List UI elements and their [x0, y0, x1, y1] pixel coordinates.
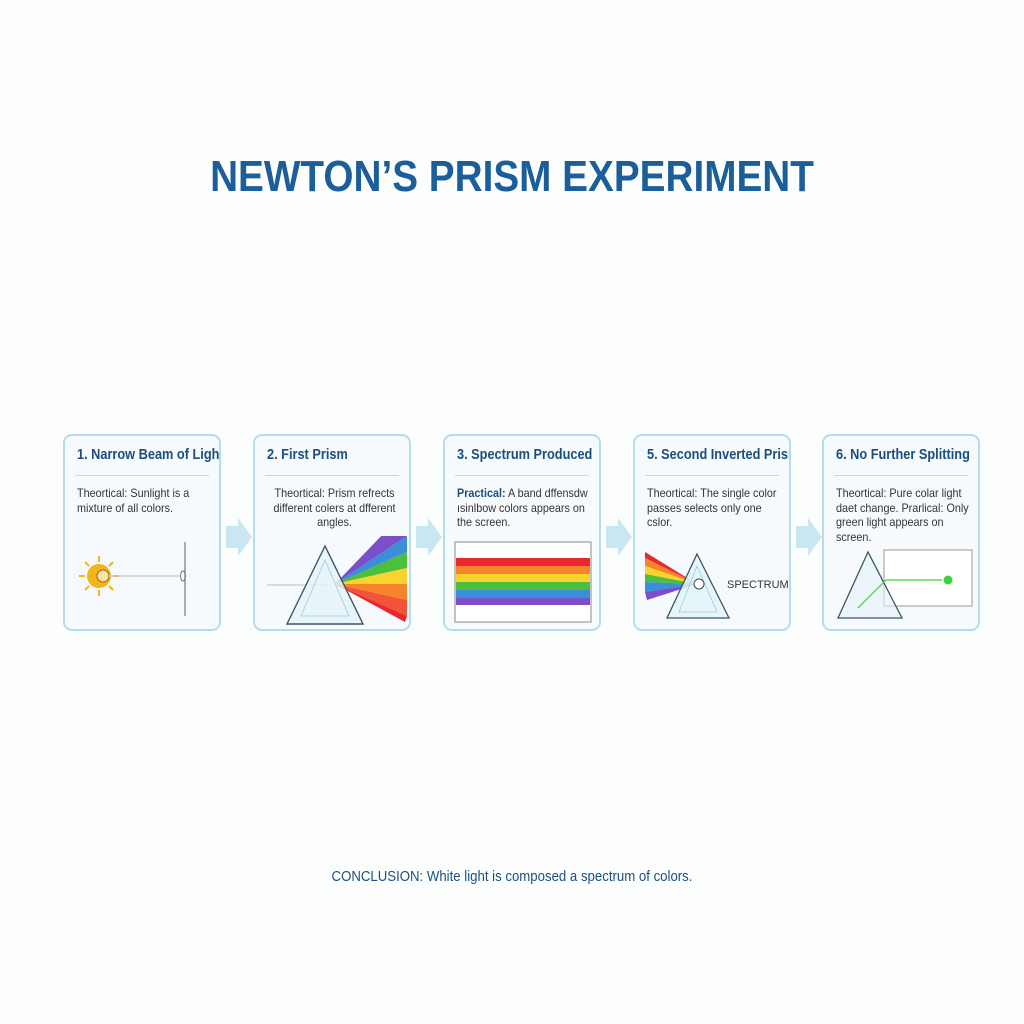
divider	[645, 475, 779, 476]
divider	[265, 475, 399, 476]
second-prism-illustration: SPECTRUM	[645, 552, 789, 619]
arrow-right-icon	[416, 518, 442, 556]
narrow-beam-illustration	[79, 542, 186, 616]
divider	[75, 475, 209, 476]
step-description: Theortical: Prism refrects different col…	[273, 486, 396, 529]
step-description: Theortical: Sunlight is a mixture of all…	[77, 486, 190, 515]
conclusion-text: CONCLUSION: White light is composed a sp…	[331, 868, 693, 885]
projection-screen	[883, 549, 973, 607]
green-light-spot	[943, 575, 953, 585]
step-card-no-further-splitting: 6. No Further Splitting Theortical: Pure…	[822, 434, 980, 631]
arrow-right-icon	[796, 518, 822, 556]
diagram-canvas: NEWTON’S PRISM EXPERIMENT 1. Narrow Beam…	[0, 0, 1024, 1024]
divider	[834, 475, 968, 476]
step-card-first-prism: 2. First Prism Theortical: Prism refrect…	[253, 434, 411, 631]
arrow-right-icon	[606, 518, 632, 556]
step-description: Theortical: The single color passes sele…	[647, 486, 777, 529]
first-prism-illustration	[267, 536, 407, 625]
step-title: 3. Spectrum Produced	[457, 446, 593, 463]
no-splitting-illustration	[836, 549, 973, 619]
step-title: 1. Narrow Beam of Light	[77, 446, 221, 463]
step-card-second-inverted-prism: 5. Second Inverted Prism Theortical: The…	[633, 434, 791, 631]
rainbow-bands	[456, 558, 590, 605]
step-title: 6. No Further Splitting	[836, 446, 970, 463]
step-card-narrow-beam: 1. Narrow Beam of Light Theortical: Sunl…	[63, 434, 221, 631]
step-title: 5. Second Inverted Prism	[647, 446, 791, 463]
step-title: 2. First Prism	[267, 446, 348, 463]
aperture	[693, 578, 705, 590]
arrow-right-icon	[226, 518, 252, 556]
divider	[455, 475, 589, 476]
step-card-spectrum-produced: 3. Spectrum Produced Practical: A band d…	[443, 434, 601, 631]
screen-icon	[180, 542, 186, 616]
spectrum-screen-illustration	[454, 541, 592, 623]
page-title: NEWTON’S PRISM EXPERIMENT	[210, 152, 814, 201]
step-description: Practical: A band dffensdw ısinlbow colo…	[457, 486, 592, 530]
practical-label: Practical:	[457, 486, 506, 500]
spectrum-label: SPECTRUM	[727, 579, 789, 591]
